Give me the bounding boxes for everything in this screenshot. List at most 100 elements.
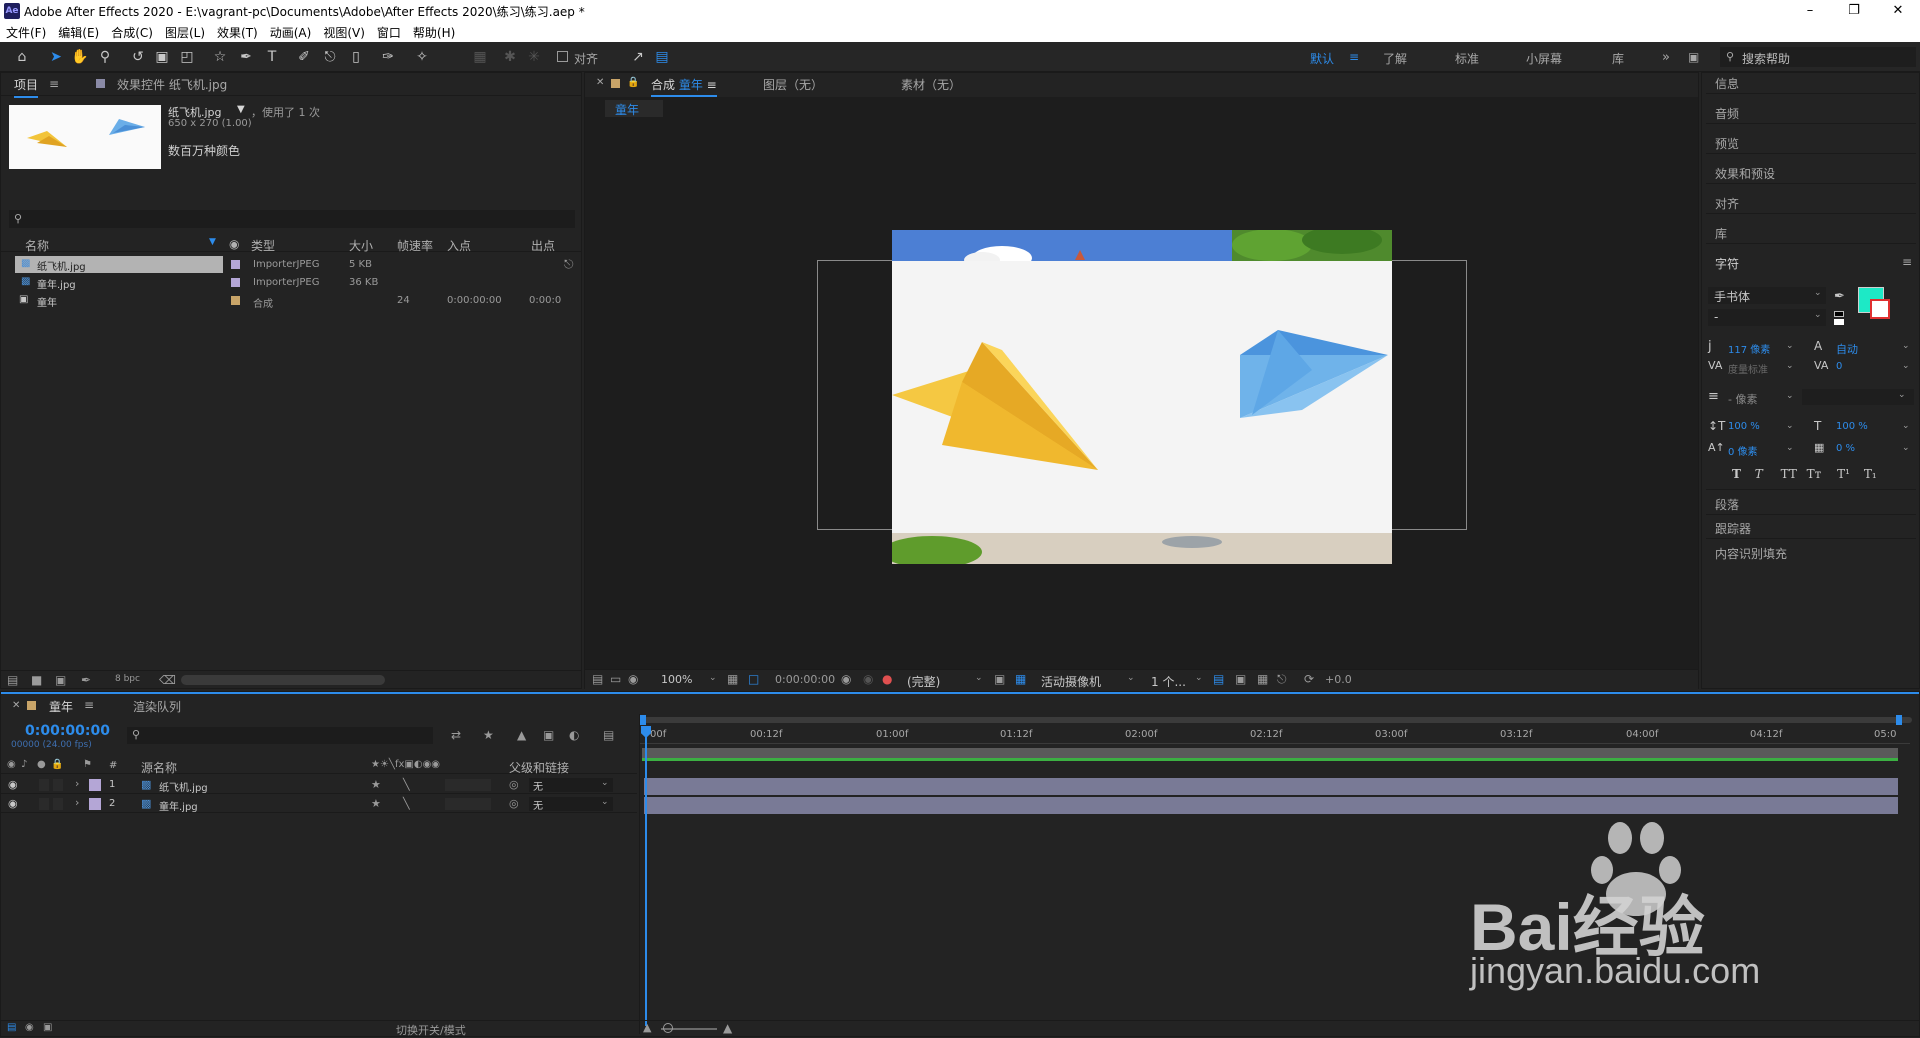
delete-icon[interactable]: ⌫	[159, 673, 176, 687]
home-icon[interactable]: ⌂	[12, 47, 32, 67]
layer-switches-icons[interactable]: ★☀╲fx▣◐◉◉	[371, 759, 440, 770]
zoom-out-icon[interactable]: ▲	[643, 1021, 651, 1034]
camera-value[interactable]: 活动摄像机	[1041, 673, 1101, 690]
reset-exposure-icon[interactable]: ⟳	[1304, 672, 1314, 686]
tab-footage[interactable]: 素材（无）	[901, 76, 961, 93]
tab-timeline-comp[interactable]: 童年	[49, 698, 73, 715]
panel-audio[interactable]: 音频	[1715, 105, 1739, 122]
white-swatch[interactable]	[1834, 319, 1844, 325]
lock-toggle[interactable]	[53, 798, 63, 810]
solo-toggle[interactable]	[39, 779, 49, 791]
label-column-icon[interactable]: ◉	[229, 237, 239, 251]
current-time[interactable]: 0:00:00:00	[775, 673, 835, 686]
thumbnail-scrollbar[interactable]	[181, 675, 385, 685]
sort-arrow-icon[interactable]: ▼	[209, 237, 216, 247]
audio-switch-icon[interactable]: ♪	[21, 759, 27, 770]
time-ruler[interactable]: 00f 00:12f 01:00f 01:12f 02:00f 02:12f 0…	[640, 726, 1910, 744]
exposure-value[interactable]: +0.0	[1325, 673, 1352, 686]
all-caps-icon[interactable]: TT	[1781, 467, 1797, 481]
pick-whip-icon[interactable]: ◎	[509, 778, 519, 791]
type-tool-icon[interactable]: T	[262, 47, 282, 67]
clone-stamp-tool-icon[interactable]: ⎋	[320, 47, 340, 67]
col-fps[interactable]: 帧速率	[397, 237, 433, 254]
views-dropdown-icon[interactable]: ⌄	[1195, 673, 1203, 683]
monitor-icon[interactable]: ▭	[610, 672, 621, 686]
workspace-standard[interactable]: 标准	[1455, 50, 1479, 67]
kerning-value[interactable]: 度量标准	[1728, 361, 1768, 376]
menu-help[interactable]: 帮助(H)	[407, 24, 461, 41]
vertical-scale-value[interactable]: 100 %	[1728, 421, 1760, 432]
eyedropper-icon[interactable]: ✒	[1834, 289, 1845, 304]
toggle-pixel-aspect-icon[interactable]: ▤	[1213, 672, 1224, 686]
menu-edit[interactable]: 编辑(E)	[52, 24, 105, 41]
menu-animation[interactable]: 动画(A)	[264, 24, 318, 41]
tab-layer[interactable]: 图层（无）	[763, 76, 823, 93]
panel-tracker[interactable]: 跟踪器	[1715, 520, 1751, 537]
navigator-start-handle[interactable]	[640, 715, 646, 725]
fast-previews-icon[interactable]: ▣	[994, 672, 1005, 686]
modes-pane-icon[interactable]: ◉	[25, 1022, 34, 1033]
pick-whip-icon[interactable]: ◎	[509, 797, 519, 810]
snap-options-icon[interactable]: ▤	[652, 47, 672, 67]
workspace-learn[interactable]: 了解	[1383, 50, 1407, 67]
tab-effect-controls[interactable]: 效果控件 纸飞机.jpg	[117, 76, 227, 93]
solo-switch-icon[interactable]: ●	[37, 759, 46, 770]
playhead-line[interactable]	[645, 726, 647, 1026]
menu-effect[interactable]: 效果(T)	[211, 24, 264, 41]
layer-switches[interactable]	[445, 779, 491, 791]
stroke-width-value[interactable]: - 像素	[1728, 391, 1757, 407]
camera-tool-icon[interactable]: ▣	[152, 47, 172, 67]
project-menu-icon[interactable]: ≡	[49, 77, 59, 91]
parent-select[interactable]: 无 ⌄	[529, 797, 613, 812]
frame-blending-icon[interactable]: ▣	[543, 728, 554, 742]
timeline-icon[interactable]: ▣	[1235, 672, 1246, 686]
comp-mini-flowchart-icon[interactable]: ⇄	[451, 728, 461, 742]
col-parent-link[interactable]: 父级和链接	[509, 759, 569, 776]
chevron-right-icon[interactable]: ›	[75, 777, 79, 790]
col-size[interactable]: 大小	[349, 237, 373, 254]
panel-info[interactable]: 信息	[1715, 75, 1739, 92]
timeline-search-input[interactable]: ⚲	[127, 727, 433, 744]
panel-content-aware-fill[interactable]: 内容识别填充	[1715, 545, 1787, 562]
hand-tool-icon[interactable]: ✋	[70, 47, 90, 67]
zoom-dropdown-icon[interactable]: ⌄	[709, 673, 717, 683]
menu-layer[interactable]: 图层(L)	[159, 24, 211, 41]
layer-1-duration-bar[interactable]	[644, 778, 1898, 795]
comp-flowchart-icon[interactable]: ▦	[1257, 672, 1268, 686]
align-checkbox[interactable]	[557, 51, 568, 62]
faux-italic-icon[interactable]: T	[1755, 467, 1763, 481]
layer-label-swatch[interactable]	[89, 779, 101, 791]
lock-switch-icon[interactable]: 🔒	[51, 759, 63, 770]
subscript-icon[interactable]: T₁	[1864, 467, 1877, 481]
layer-switches[interactable]	[445, 798, 491, 810]
leading-value[interactable]: 自动	[1836, 341, 1858, 357]
brush-tool-icon[interactable]: ✐	[294, 47, 314, 67]
panel-libraries[interactable]: 库	[1715, 225, 1727, 242]
puppet-tool-icon[interactable]: ✧	[412, 47, 432, 67]
menu-window[interactable]: 窗口	[371, 24, 407, 41]
snapshot-icon[interactable]: ◉	[841, 672, 851, 686]
panel-preview[interactable]: 预览	[1715, 135, 1739, 152]
close-icon[interactable]: ✕	[1876, 0, 1920, 22]
resolution-dropdown-icon[interactable]: ⌄	[975, 673, 983, 683]
small-caps-icon[interactable]: Tт	[1807, 467, 1822, 481]
quality-icon[interactable]: ╲	[403, 797, 410, 810]
panel-layout-icon[interactable]: ▣	[1688, 50, 1699, 64]
pen-tool-icon[interactable]: ✒	[236, 47, 256, 67]
layer-row-1[interactable]: ◉ › 1 ▩ 纸飞机.jpg ★ ╲ ◎ 无 ⌄	[1, 776, 637, 794]
layer-2-duration-bar[interactable]	[644, 797, 1898, 814]
baseline-shift-value[interactable]: 0 像素	[1728, 443, 1758, 458]
close-tab-icon[interactable]: ✕	[596, 77, 604, 88]
label-color-swatch[interactable]	[231, 260, 240, 269]
col-type[interactable]: 类型	[251, 237, 275, 254]
tsume-value[interactable]: 0 %	[1836, 443, 1855, 454]
lock-icon[interactable]: 🔒	[627, 77, 639, 88]
layer-name[interactable]: 纸飞机.jpg	[159, 779, 208, 794]
camera-dropdown-icon[interactable]: ⌄	[1127, 673, 1135, 683]
in-out-pane-icon[interactable]: ▣	[43, 1022, 52, 1033]
new-folder-icon[interactable]: ■	[31, 673, 42, 687]
col-out-point[interactable]: 出点	[531, 237, 555, 254]
always-preview-icon[interactable]: ▤	[592, 672, 603, 686]
eye-icon[interactable]: ◉	[8, 797, 18, 810]
col-name[interactable]: 名称	[25, 237, 49, 254]
